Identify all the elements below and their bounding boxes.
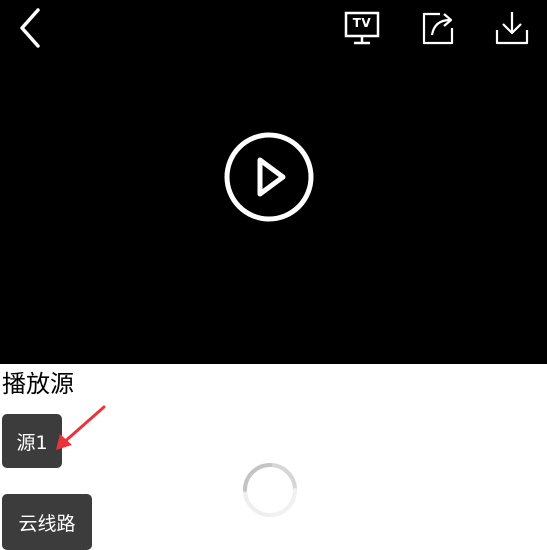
annotation-arrow-icon xyxy=(56,405,106,450)
loading-spinner-icon xyxy=(243,463,297,517)
video-player[interactable]: TV xyxy=(0,0,547,364)
share-button[interactable] xyxy=(418,8,458,46)
cloud-line-button[interactable]: 云线路 xyxy=(2,494,92,550)
tv-label: TV xyxy=(352,16,372,30)
download-icon xyxy=(495,12,529,45)
share-icon xyxy=(422,12,454,45)
back-button[interactable] xyxy=(14,6,48,50)
back-icon xyxy=(20,8,40,48)
tv-cast-button[interactable]: TV xyxy=(342,10,382,46)
play-icon xyxy=(224,132,314,222)
play-source-title: 播放源 xyxy=(2,370,74,398)
download-button[interactable] xyxy=(492,8,532,48)
play-button[interactable] xyxy=(222,130,316,224)
